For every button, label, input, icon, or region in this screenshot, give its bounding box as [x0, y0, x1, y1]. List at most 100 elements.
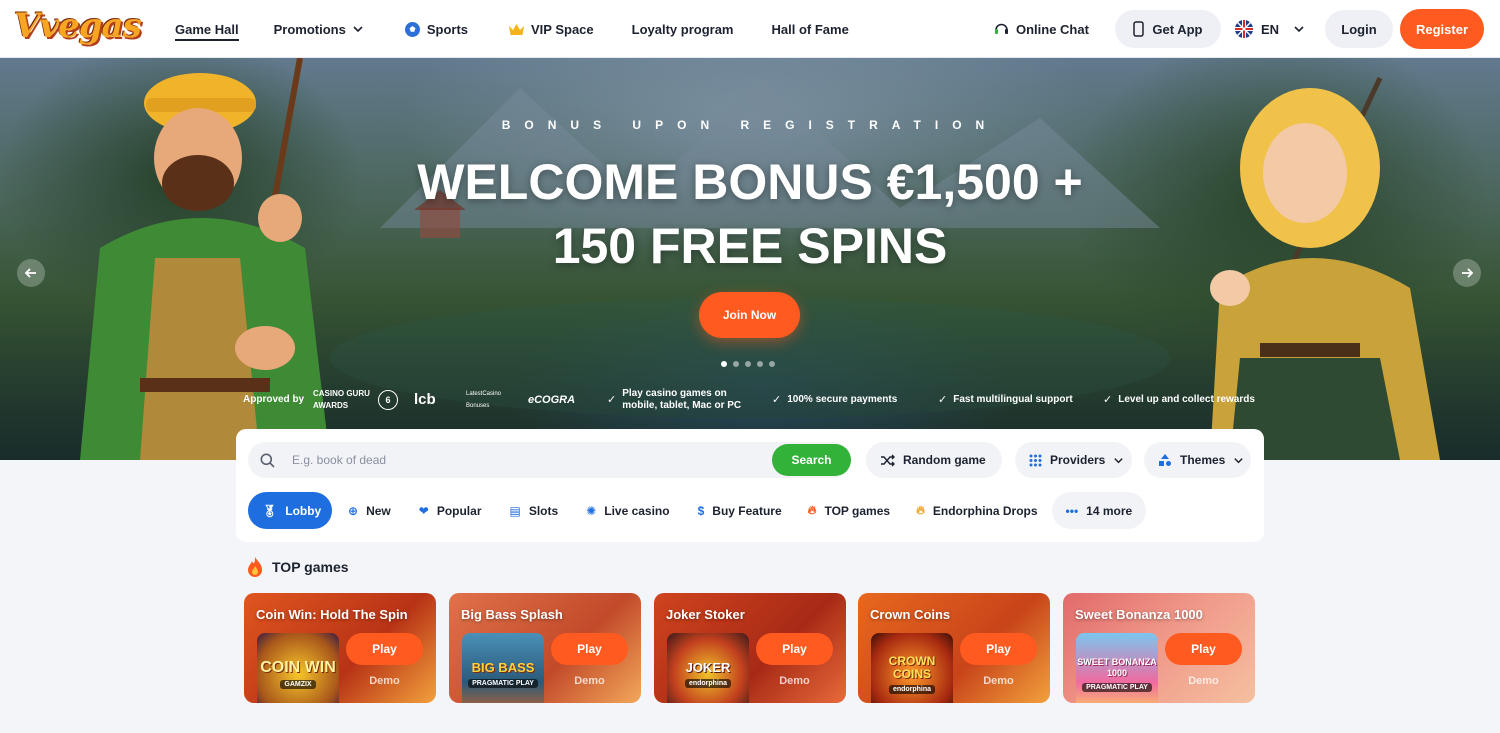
demo-button[interactable]: Demo — [1165, 671, 1242, 691]
online-chat-label: Online Chat — [1015, 21, 1089, 37]
uk-flag-icon — [1234, 20, 1253, 38]
carousel-dot[interactable] — [769, 361, 775, 367]
nav-hall-of-fame[interactable]: Hall of Fame — [772, 0, 849, 58]
game-title: Coin Win: Hold The Spin — [256, 607, 408, 622]
online-chat-link[interactable]: Online Chat — [993, 0, 1089, 58]
chevron-down-icon — [353, 26, 363, 33]
demo-button[interactable]: Demo — [551, 671, 628, 691]
game-thumbnail[interactable]: COIN WIN GAMZIX — [257, 633, 339, 703]
shuffle-icon — [881, 454, 895, 466]
play-button[interactable]: Play — [346, 633, 423, 665]
carousel-dot[interactable] — [757, 361, 763, 367]
demo-button[interactable]: Demo — [346, 671, 423, 691]
game-thumbnail[interactable]: BIG BASS PRAGMATIC PLAY — [462, 633, 544, 703]
vvegas-logo[interactable]: Vvegas — [14, 6, 142, 46]
search-input[interactable] — [292, 442, 762, 478]
register-label: Register — [1415, 21, 1469, 37]
providers-dropdown[interactable]: Providers — [1015, 442, 1132, 478]
tab-live-casino[interactable]: ✺ Live casino — [586, 492, 669, 529]
play-button[interactable]: Play — [960, 633, 1037, 665]
carousel-dot[interactable] — [745, 361, 751, 367]
chevron-down-icon — [1114, 457, 1124, 463]
tab-endorphina-drops[interactable]: 🔥︎ Endorphina Drops — [916, 492, 1037, 529]
tab-new[interactable]: ⊕ New — [348, 492, 391, 529]
tab-top-games[interactable]: 🔥︎ TOP games — [808, 492, 890, 529]
thumb-text: CROWN COINS — [888, 653, 936, 681]
tab-buy-feature[interactable]: $ Buy Feature — [698, 492, 782, 529]
nav-vip-space[interactable]: VIP Space — [508, 0, 594, 58]
tab-slots[interactable]: ▤ Slots — [509, 492, 558, 529]
check-icon: ✓ — [1103, 394, 1113, 406]
language-selector[interactable]: EN — [1234, 0, 1305, 58]
nav-sports[interactable]: Sports — [404, 0, 468, 58]
grid-icon — [1029, 454, 1042, 466]
carousel-next-button[interactable] — [1453, 259, 1481, 287]
thumb-text: COIN WIN — [260, 658, 336, 676]
fire-icon — [248, 557, 262, 577]
provider-label: endorphina — [684, 679, 732, 688]
drops-icon: 🔥︎ — [916, 503, 925, 517]
game-thumbnail[interactable]: JOKER endorphina — [667, 633, 749, 703]
game-thumbnail[interactable]: SWEET BONANZA 1000 PRAGMATIC PLAY — [1076, 633, 1158, 703]
tab-popular[interactable]: ❤ Popular — [419, 492, 482, 529]
tab-popular-label: Popular — [436, 503, 482, 518]
themes-dropdown[interactable]: Themes — [1144, 442, 1251, 478]
tab-lobby[interactable]: 🏅︎ Lobby — [248, 492, 332, 529]
nav-promotions[interactable]: Promotions — [274, 0, 364, 58]
game-thumbnail[interactable]: CROWN COINS endorphina — [871, 633, 953, 703]
login-label: Login — [1341, 21, 1377, 37]
get-app-button[interactable]: Get App — [1114, 10, 1221, 48]
nav-loyalty-program[interactable]: Loyalty program — [632, 0, 734, 58]
thumb-text: JOKER — [685, 660, 731, 675]
carousel-prev-button[interactable] — [17, 259, 45, 287]
nav-game-hall[interactable]: Game Hall — [175, 0, 239, 58]
login-button[interactable]: Login — [1325, 10, 1393, 48]
thumb-text: BIG BASS — [471, 660, 535, 675]
feature-devices: ✓ Play casino games on mobile, tablet, M… — [607, 386, 742, 414]
dollar-icon: $ — [697, 503, 705, 518]
get-app-label: Get App — [1152, 21, 1203, 37]
random-game-button[interactable]: Random game — [866, 442, 1002, 478]
shapes-icon — [1159, 454, 1171, 466]
carousel-dot[interactable] — [721, 361, 727, 367]
game-card[interactable]: Coin Win: Hold The Spin COIN WIN GAMZIX … — [244, 593, 436, 703]
demo-button[interactable]: Demo — [960, 671, 1037, 691]
search-button[interactable]: Search — [772, 444, 851, 476]
provider-label: endorphina — [888, 684, 936, 694]
tab-more-label: 14 more — [1086, 503, 1133, 518]
tab-live-casino-label: Live casino — [604, 503, 670, 518]
demo-button[interactable]: Demo — [756, 671, 833, 691]
carousel-dots — [721, 361, 775, 367]
carousel-dot[interactable] — [733, 361, 739, 367]
play-button[interactable]: Play — [1165, 633, 1242, 665]
nav-sports-label: Sports — [426, 21, 468, 37]
nav-loyalty-program-label: Loyalty program — [631, 21, 734, 37]
game-card[interactable]: Crown Coins CROWN COINS endorphina Play … — [858, 593, 1050, 703]
hero-banner: BONUS UPON REGISTRATION WELCOME BONUS €1… — [0, 58, 1500, 460]
register-button[interactable]: Register — [1400, 9, 1484, 49]
hero-title-line1: WELCOME BONUS €1,500 + — [417, 154, 1083, 210]
hero-kicker: BONUS UPON REGISTRATION — [501, 118, 999, 132]
plus-circle-icon: ⊕ — [348, 503, 359, 518]
feature-secure-payments-text: 100% secure payments — [787, 394, 898, 405]
play-button[interactable]: Play — [551, 633, 628, 665]
join-now-button[interactable]: Join Now — [699, 292, 800, 338]
language-label: EN — [1260, 21, 1279, 37]
game-title: Crown Coins — [870, 607, 951, 622]
more-dots-icon: ••• — [1065, 503, 1079, 518]
game-card[interactable]: Joker Stoker JOKER endorphina Play Demo — [654, 593, 846, 703]
top-games-heading: TOP games — [246, 556, 349, 578]
category-tabs: 🏅︎ Lobby ⊕ New ❤ Popular ▤ Slots ✺ Live … — [248, 492, 1147, 529]
game-card[interactable]: Big Bass Splash BIG BASS PRAGMATIC PLAY … — [449, 593, 641, 703]
tab-endorphina-drops-label: Endorphina Drops — [932, 503, 1038, 518]
live-icon: ✺ — [586, 503, 597, 518]
tab-more[interactable]: ••• 14 more — [1051, 492, 1147, 529]
provider-label: PRAGMATIC PLAY — [468, 679, 538, 688]
tab-buy-feature-label: Buy Feature — [712, 503, 782, 518]
arrow-right-icon — [1462, 268, 1474, 278]
phone-icon — [1133, 21, 1145, 37]
search-bar: Search — [248, 442, 851, 478]
play-button[interactable]: Play — [756, 633, 833, 665]
ecogra-logo: eCOGRA — [528, 394, 576, 406]
game-card[interactable]: Sweet Bonanza 1000 SWEET BONANZA 1000 PR… — [1063, 593, 1255, 703]
